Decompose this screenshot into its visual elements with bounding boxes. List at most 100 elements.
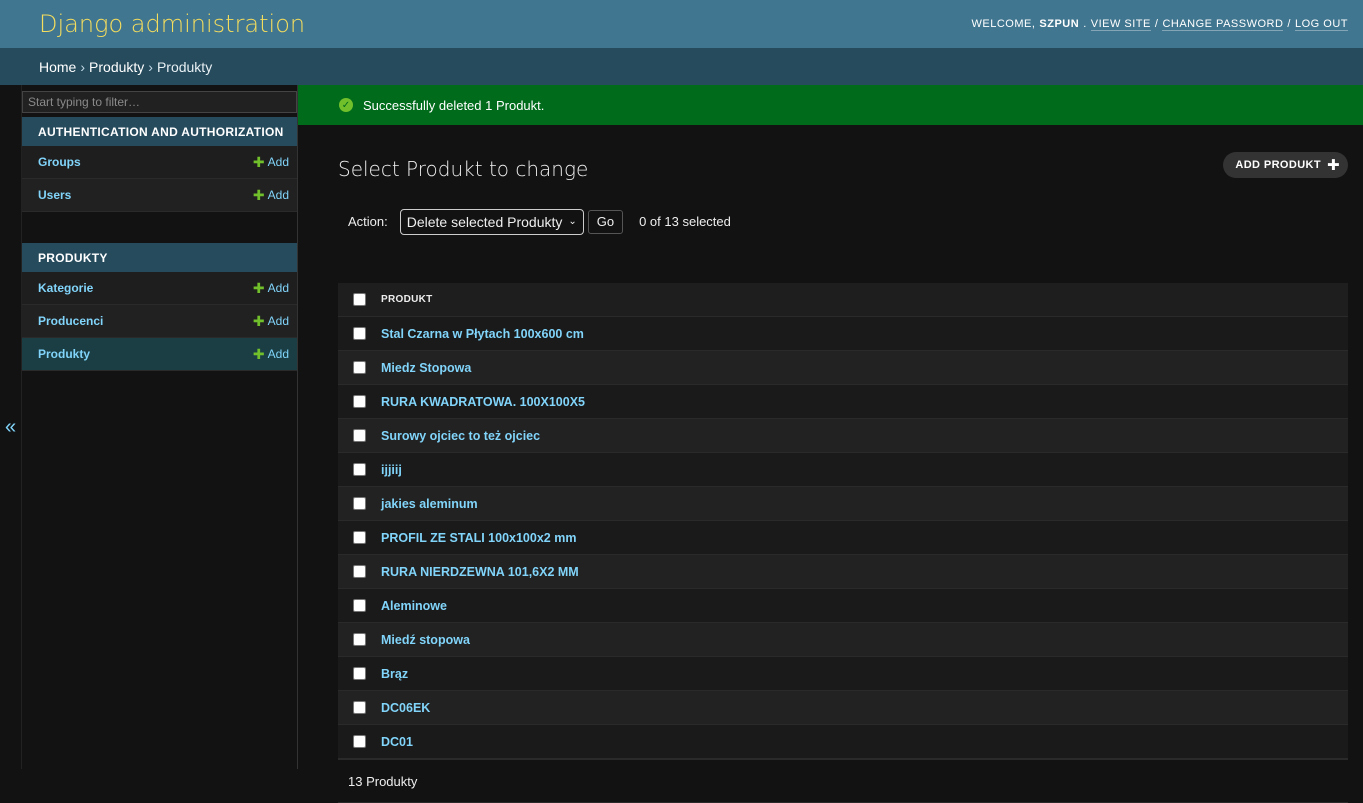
table-row: Miedz Stopowa <box>338 351 1348 385</box>
go-button[interactable]: Go <box>587 209 624 234</box>
row-checkbox[interactable] <box>352 395 366 408</box>
selection-counter: 0 of 13 selected <box>639 214 731 229</box>
page-title: Select Produkt to change <box>338 157 589 181</box>
view-site-link[interactable]: View site <box>1090 18 1151 31</box>
produkt-link[interactable]: RURA NIERDZEWNA 101,6X2 MM <box>380 565 579 579</box>
sidebar-item-produkty: Produkty ✚ Add <box>22 338 297 371</box>
double-chevron-left-icon: « <box>4 415 17 438</box>
column-header-produkt[interactable]: Produkt <box>380 294 433 305</box>
plus-icon: ✚ <box>1327 157 1340 174</box>
toggle-sidebar-button[interactable]: « <box>0 85 22 769</box>
plus-icon: ✚ <box>252 280 265 296</box>
produkt-link[interactable]: PROFIL ZE STALI 100x100x2 mm <box>380 531 576 545</box>
produkt-link[interactable]: jakies aleminum <box>380 497 478 511</box>
produkt-link[interactable]: RURA KWADRATOWA. 100X100X5 <box>380 395 585 409</box>
add-kategorie-link[interactable]: ✚ Add <box>253 281 289 295</box>
add-label: Add <box>267 281 289 295</box>
table-row: Aleminowe <box>338 589 1348 623</box>
row-checkbox[interactable] <box>352 735 366 748</box>
add-producenci-link[interactable]: ✚ Add <box>253 314 289 328</box>
success-message: ✓ Successfully deleted 1 Produkt. <box>298 85 1363 125</box>
row-checkbox[interactable] <box>352 599 366 612</box>
module-model-list: Groups ✚ Add Users ✚ Add <box>22 146 297 212</box>
table-row: DC01 <box>338 725 1348 759</box>
breadcrumb-separator: › <box>80 58 86 75</box>
row-checkbox[interactable] <box>352 327 366 340</box>
sidebar-item-label[interactable]: Users <box>38 188 71 202</box>
table-body: Stal Czarna w Płytach 100x600 cm Miedz St… <box>338 317 1348 759</box>
separator: / <box>1287 18 1291 30</box>
add-label: Add <box>267 188 289 202</box>
row-checkbox[interactable] <box>352 463 366 476</box>
module-caption-auth[interactable]: Authentication and Authorization <box>22 117 297 146</box>
table-row: jakies aleminum <box>338 487 1348 521</box>
sidebar-item-producenci: Producenci ✚ Add <box>22 305 297 338</box>
breadcrumb-home[interactable]: Home <box>39 59 76 75</box>
row-checkbox[interactable] <box>352 429 366 442</box>
produkt-link[interactable]: Miedz Stopowa <box>380 361 471 375</box>
plus-icon: ✚ <box>252 187 265 203</box>
module-model-list: Kategorie ✚ Add Producenci ✚ Add Produkt… <box>22 272 297 371</box>
sidebar-item-users: Users ✚ Add <box>22 179 297 212</box>
nav-filter-input[interactable] <box>22 91 297 113</box>
action-select[interactable]: Delete selected Produkty ⌄ <box>399 208 584 235</box>
sidebar-item-label[interactable]: Producenci <box>38 314 103 328</box>
produkt-link[interactable]: DC01 <box>380 735 413 749</box>
sidebar-item-kategorie: Kategorie ✚ Add <box>22 272 297 305</box>
table-header: Produkt <box>338 283 1348 317</box>
change-password-link[interactable]: Change password <box>1162 18 1284 31</box>
module-auth: Authentication and Authorization Groups … <box>22 117 297 212</box>
result-list: Produkt Stal Czarna w Płytach 100x600 cm… <box>338 283 1348 759</box>
select-all-checkbox[interactable] <box>352 293 366 306</box>
breadcrumb: Home › Produkty › Produkty <box>0 48 1363 85</box>
table-row: PROFIL ZE STALI 100x100x2 mm <box>338 521 1348 555</box>
breadcrumb-current: Produkty <box>156 58 213 75</box>
table-row: Stal Czarna w Płytach 100x600 cm <box>338 317 1348 351</box>
header: Django administration Welcome, szpun. Vi… <box>0 0 1363 48</box>
produkt-link[interactable]: Brąz <box>380 667 408 681</box>
row-checkbox[interactable] <box>352 361 366 374</box>
row-checkbox[interactable] <box>352 667 366 680</box>
add-users-link[interactable]: ✚ Add <box>253 188 289 202</box>
row-checkbox[interactable] <box>352 497 366 510</box>
welcome-text: Welcome, <box>971 18 1036 30</box>
add-label: Add <box>267 347 289 361</box>
table-row: Surowy ojciec to też ojciec <box>338 419 1348 453</box>
produkt-link[interactable]: DC06EK <box>380 701 430 715</box>
site-branding[interactable]: Django administration <box>39 10 305 38</box>
add-label: Add <box>267 314 289 328</box>
breadcrumb-separator: › <box>148 58 153 75</box>
module-produkty: Produkty Kategorie ✚ Add Producenci ✚ Ad… <box>22 243 297 371</box>
module-caption-produkty[interactable]: Produkty <box>22 243 297 272</box>
produkt-link[interactable]: Miedź stopowa <box>380 633 470 647</box>
breadcrumb-app[interactable]: Produkty <box>89 59 144 75</box>
produkt-link[interactable]: ijjiij <box>380 463 402 477</box>
row-checkbox[interactable] <box>352 565 366 578</box>
add-produkty-link[interactable]: ✚ Add <box>253 347 289 361</box>
add-label: Add <box>267 155 289 169</box>
sidebar-item-label[interactable]: Groups <box>38 155 81 169</box>
row-checkbox[interactable] <box>352 531 366 544</box>
user-tools: Welcome, szpun. View site / Change passw… <box>971 17 1348 31</box>
sidebar-item-label[interactable]: Produkty <box>38 347 90 361</box>
log-out-link[interactable]: Log out <box>1294 18 1348 31</box>
paginator: 13 Produkty <box>338 759 1348 803</box>
produkt-link[interactable]: Surowy ojciec to też ojciec <box>380 429 540 443</box>
sidebar-item-groups: Groups ✚ Add <box>22 146 297 179</box>
table-row: RURA KWADRATOWA. 100X100X5 <box>338 385 1348 419</box>
chevron-down-icon: ⌄ <box>568 216 577 227</box>
plus-icon: ✚ <box>252 154 265 170</box>
plus-icon: ✚ <box>252 346 265 362</box>
main-content: ✓ Successfully deleted 1 Produkt. Select… <box>298 85 1363 803</box>
produkt-link[interactable]: Stal Czarna w Płytach 100x600 cm <box>380 327 584 341</box>
success-message-text: Successfully deleted 1 Produkt. <box>363 97 545 113</box>
add-produkt-button[interactable]: Add Produkt ✚ <box>1223 152 1348 178</box>
row-checkbox[interactable] <box>352 701 366 714</box>
add-groups-link[interactable]: ✚ Add <box>253 155 289 169</box>
produkt-link[interactable]: Aleminowe <box>380 599 447 613</box>
sidebar-item-label[interactable]: Kategorie <box>38 281 93 295</box>
table-row: DC06EK <box>338 691 1348 725</box>
table-row: Brąz <box>338 657 1348 691</box>
add-produkt-label: Add Produkt <box>1235 159 1322 171</box>
row-checkbox[interactable] <box>352 633 366 646</box>
